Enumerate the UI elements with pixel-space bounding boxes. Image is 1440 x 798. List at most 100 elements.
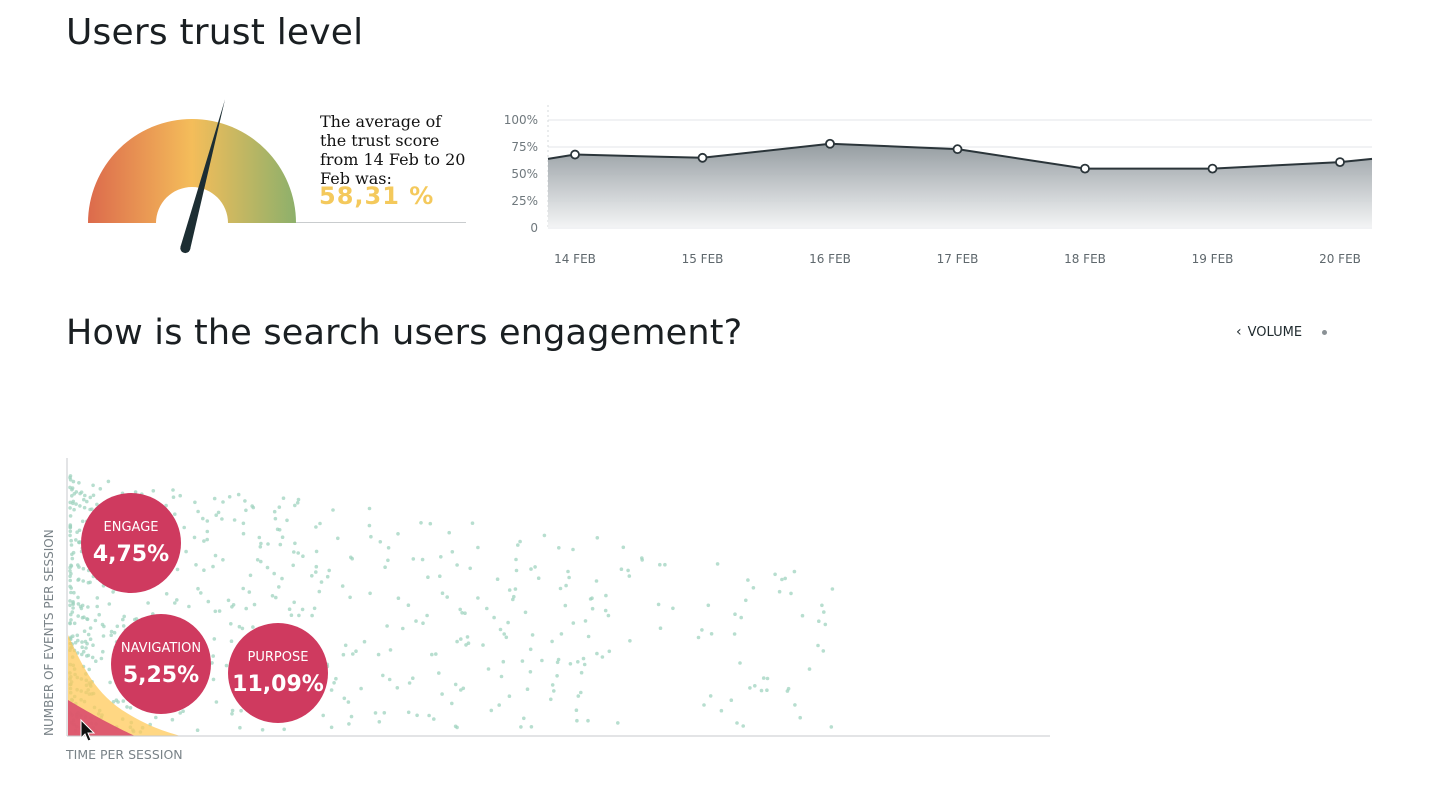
scatter-dot [86, 580, 91, 585]
data-point[interactable] [1207, 163, 1218, 174]
scatter-dot [85, 499, 89, 504]
scatter-dot [513, 587, 518, 591]
scatter-dot [107, 602, 112, 606]
scatter-dot [460, 611, 464, 615]
data-point[interactable] [825, 138, 835, 149]
scatter-dot [76, 595, 80, 600]
scatter-dot [504, 635, 509, 640]
scatter-dot [312, 606, 317, 611]
scatter-dot [71, 479, 76, 484]
scatter-dot [445, 595, 450, 599]
scatter-dot [68, 584, 72, 589]
scatter-dot [205, 529, 210, 534]
scatter-dot [334, 676, 338, 681]
scatter-dot [128, 706, 133, 710]
scatter-dot [733, 612, 737, 616]
scatter-dot [146, 601, 150, 605]
scatter-dot [93, 618, 98, 623]
scatter-dot [579, 670, 584, 675]
scatter-dot [84, 646, 88, 650]
scatter-dot [347, 722, 351, 726]
data-point[interactable] [570, 149, 580, 160]
scatter-dot [741, 724, 745, 728]
average-value: 58,31 % [319, 182, 435, 210]
scatter-dot [125, 705, 129, 709]
scatter-dot [258, 545, 263, 549]
data-point[interactable] [1080, 163, 1090, 174]
scatter-dot [528, 670, 533, 674]
scatter-dot [514, 557, 518, 562]
data-point[interactable] [1335, 157, 1345, 168]
scatter-dot [780, 577, 784, 582]
scatter-dot [248, 573, 253, 578]
scatter-dot [354, 649, 358, 653]
scatter-dot [514, 568, 519, 573]
scatter-dot [76, 563, 80, 567]
scatter-dot [85, 654, 89, 658]
scatter-dot [252, 602, 257, 607]
scatter-dot [69, 618, 73, 622]
volume-label: VOLUME [1247, 324, 1303, 340]
scatter-dot [86, 605, 90, 609]
scatter-dot [329, 688, 334, 692]
scatter-dot [175, 598, 179, 602]
scatter-dot [82, 497, 86, 502]
scatter-dot [202, 539, 206, 543]
y-tick-label: 0 [530, 221, 538, 235]
scatter-dot [226, 598, 231, 603]
scatter-dot [759, 688, 764, 693]
scatter-dot [94, 659, 98, 663]
bubble-engage[interactable]: ENGAGE 4,75% [81, 493, 181, 593]
scatter-dot [343, 643, 348, 648]
chevron-left-icon: ‹ [1236, 324, 1242, 340]
scatter-dot [229, 639, 234, 643]
scatter-dot [122, 614, 126, 619]
scatter-dot [76, 614, 80, 618]
scatter-dot [68, 603, 72, 608]
scatter-dot [415, 713, 419, 718]
scatter-dot [746, 578, 750, 582]
scatter-dot [201, 516, 205, 521]
scatter-dot [453, 724, 458, 729]
scatter-dot [187, 604, 191, 609]
data-point[interactable] [697, 152, 708, 163]
scatter-dot [74, 502, 78, 506]
scatter-dot [68, 621, 72, 625]
y-axis-label: NUMBER OF EVENTS PER SESSION [42, 529, 56, 736]
scatter-dot [317, 589, 322, 594]
scatter-dot [106, 479, 111, 484]
scatter-dot [823, 622, 828, 627]
scatter-dot [564, 583, 568, 588]
scatter-dot [182, 525, 186, 530]
scatter-dot [178, 493, 182, 498]
data-point[interactable] [952, 144, 963, 155]
scatter-dot [171, 488, 175, 492]
volume-toggle[interactable]: ‹ VOLUME [1236, 324, 1328, 340]
scatter-dot [566, 569, 570, 574]
scatter-dot [99, 656, 104, 661]
scatter-dot [542, 533, 547, 538]
scatter-dot [68, 474, 73, 478]
scatter-dot [184, 549, 188, 554]
scatter-dot [321, 713, 326, 718]
scatter-dot [68, 506, 72, 510]
bubble-purpose[interactable]: PURPOSE 11,09% [228, 623, 328, 723]
scatter-dot [362, 639, 367, 644]
scatter-dot [244, 508, 248, 513]
scatter-dot [606, 613, 611, 618]
scatter-dot [72, 492, 77, 496]
scatter-dot [211, 564, 215, 569]
x-tick-label: 16 FEB [809, 252, 851, 266]
bubble-navigation[interactable]: NAVIGATION 5,25% [111, 614, 211, 714]
scatter-dot [437, 671, 441, 675]
scatter-dot [329, 725, 334, 730]
scatter-dot [88, 507, 92, 512]
scatter-dot [77, 481, 81, 485]
average-description: The average of the trust score from 14 F… [320, 112, 466, 188]
scatter-dot [220, 517, 224, 521]
scatter-dot [706, 603, 711, 608]
scatter-dot [217, 609, 222, 613]
scatter-dot [798, 715, 802, 720]
scatter-dot [466, 641, 471, 645]
scatter-dot [72, 507, 76, 512]
